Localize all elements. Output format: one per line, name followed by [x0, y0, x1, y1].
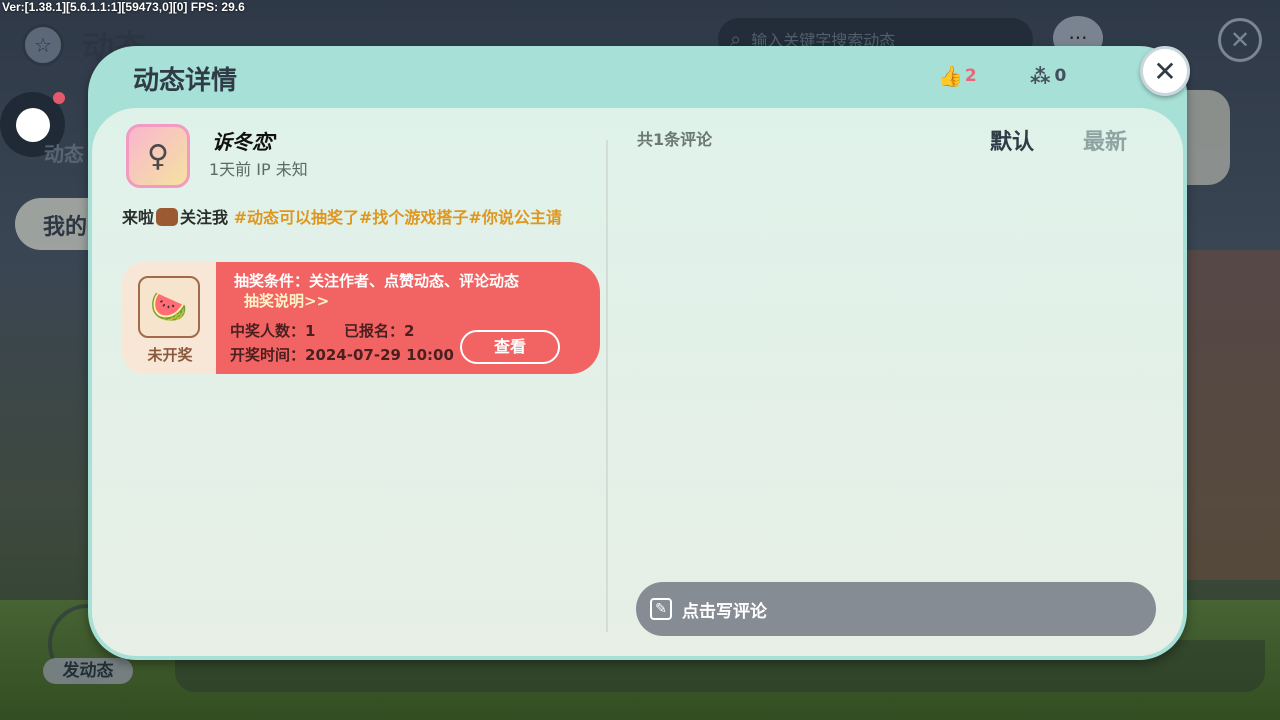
post-text-follow: 关注我: [180, 208, 229, 227]
comment-input[interactable]: ✎ 点击写评论: [636, 582, 1156, 636]
edit-icon: ✎: [650, 598, 672, 620]
version-info: Ver:[1.38.1][5.6.1.1:1][59473,0][0] FPS:…: [2, 0, 245, 14]
lottery-info-panel: 抽奖条件：关注作者、点赞动态、评论动态 抽奖说明>> 中奖人数：1 已报名：2 …: [216, 262, 600, 374]
sort-new-tab[interactable]: 最新: [1083, 124, 1127, 156]
lottery-rules-link[interactable]: 抽奖说明>>: [244, 290, 329, 311]
lottery-winners: 中奖人数：1: [230, 322, 316, 340]
background-side-label: 动态: [44, 142, 84, 166]
lottery-draw-time: 开奖时间：2024-07-29 10:00: [230, 346, 454, 364]
sort-default-tab[interactable]: 默认: [990, 124, 1034, 156]
lottery-status: 未开奖: [147, 346, 193, 364]
post-text: 来啦 关注我 #动态可以抽奖了#找个游戏搭子#你说公主请: [122, 204, 592, 232]
close-icon[interactable]: ✕: [1140, 46, 1190, 96]
floating-ball-inner: [15, 107, 50, 142]
lottery-signed-up: 已报名：2: [344, 322, 415, 340]
background-close-icon[interactable]: ✕: [1218, 18, 1262, 62]
like-button[interactable]: 👍 2: [938, 64, 977, 88]
star-icon[interactable]: ☆: [22, 24, 64, 66]
bear-emoji-icon: [156, 208, 179, 226]
like-count: 2: [964, 66, 977, 86]
divider: [606, 140, 608, 632]
post-meta: 1天前 IP 未知: [209, 160, 308, 179]
post-detail-modal: 动态详情 👍 2 ⁂ 0 ✕ ♀ 诉冬恋' 1天前 IP 未知 来啦 关注我 #动…: [88, 46, 1190, 660]
share-icon: ⁂: [1030, 64, 1051, 88]
lottery-view-button[interactable]: 查看: [460, 330, 560, 364]
comment-count: 共1条评论: [637, 130, 713, 149]
share-count: 0: [1054, 66, 1067, 86]
lottery-condition: 抽奖条件：关注作者、点赞动态、评论动态: [234, 272, 520, 290]
share-button[interactable]: ⁂ 0: [1030, 64, 1066, 88]
post-text-prefix: 来啦: [122, 208, 155, 227]
comment-input-placeholder: 点击写评论: [682, 601, 767, 622]
post-hashtags[interactable]: #动态可以抽奖了#找个游戏搭子#你说公主请: [234, 208, 562, 227]
avatar[interactable]: ♀: [126, 124, 190, 188]
popsicle-icon: 🍉: [138, 276, 200, 338]
modal-content: ♀ 诉冬恋' 1天前 IP 未知 来啦 关注我 #动态可以抽奖了#找个游戏搭子#你…: [92, 108, 1183, 656]
username[interactable]: 诉冬恋': [212, 126, 278, 155]
modal-title: 动态详情: [133, 66, 238, 96]
notification-dot: [53, 92, 65, 104]
lottery-prize-panel: 🍉 未开奖: [122, 262, 218, 374]
lottery-card[interactable]: 🍉 未开奖 抽奖条件：关注作者、点赞动态、评论动态 抽奖说明>> 中奖人数：1 …: [122, 262, 600, 374]
post-button-label[interactable]: 发动态: [43, 658, 133, 684]
thumbs-up-icon: 👍: [938, 64, 963, 88]
